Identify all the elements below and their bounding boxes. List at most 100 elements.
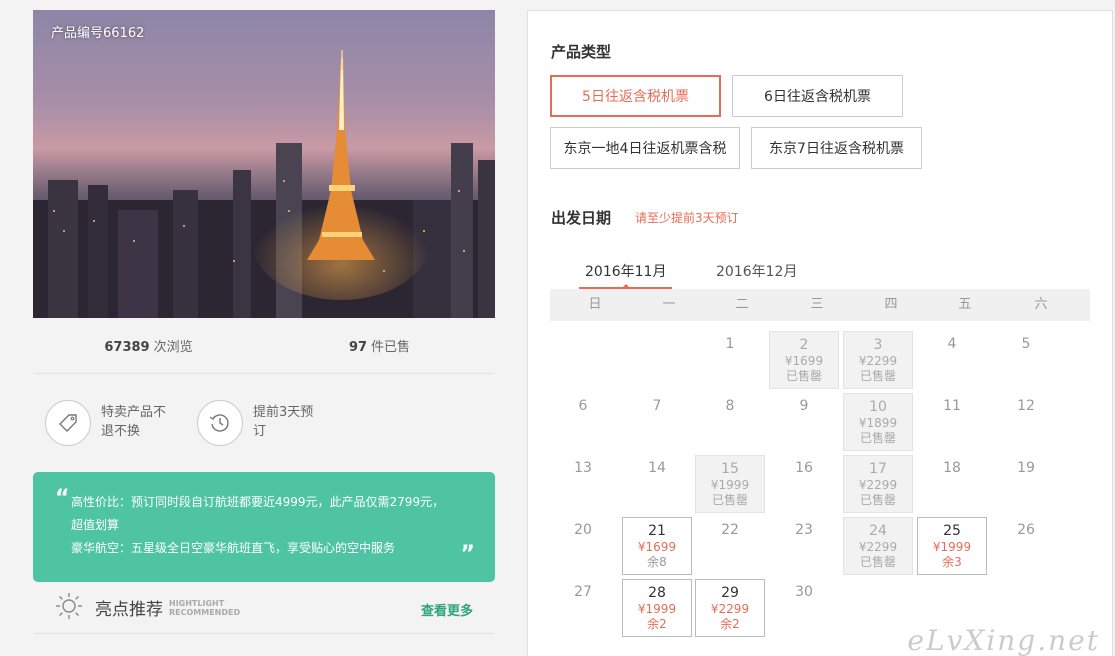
option-tokyo-7day[interactable]: 东京7日往返含税机票: [751, 127, 922, 169]
day-number: 3: [873, 337, 883, 353]
tokyo-tower-photo: [33, 50, 495, 318]
calendar-day-2: 2 ¥1699 已售罄: [769, 331, 839, 389]
day-number: 16: [795, 460, 813, 476]
remaining-label: 余3: [942, 555, 962, 569]
sold-out-label: 已售罄: [859, 369, 896, 383]
sold-out-label: 已售罄: [859, 431, 896, 445]
weekday-sun: 日: [588, 297, 602, 312]
close-quote-icon: ”: [460, 542, 475, 567]
highlight-quote-box: “ 高性价比：预订同时段自订航班都要近4999元，此产品仅需2799元，超值划算…: [33, 472, 495, 582]
option-5day[interactable]: 5日往返含税机票: [550, 75, 721, 117]
calendar-day-25[interactable]: 25 ¥1999 余3: [917, 517, 987, 575]
day-number: 24: [869, 523, 887, 539]
calendar-day-29[interactable]: 29 ¥2299 余2: [695, 579, 765, 637]
weekday-tue: 二: [735, 297, 749, 312]
day-number: 4: [947, 336, 957, 352]
day-price: ¥1999: [637, 602, 677, 616]
calendar-day-21[interactable]: 21 ¥1699 余8: [622, 517, 692, 575]
day-number: 5: [1021, 336, 1031, 352]
calendar-day-20: 20: [548, 517, 618, 575]
day-number: 12: [1017, 398, 1035, 414]
day-number: 30: [795, 584, 813, 600]
clock-icon: [197, 400, 243, 446]
day-price: ¥1699: [784, 354, 824, 368]
option-tokyo-4day[interactable]: 东京一地4日往返机票含税: [550, 127, 740, 169]
product-code: 产品编号66162: [51, 26, 145, 41]
day-number: 26: [1017, 522, 1035, 538]
day-number: 27: [574, 584, 592, 600]
day-number: 2: [799, 337, 809, 353]
day-price: ¥1999: [710, 478, 750, 492]
calendar-day-8: 8: [695, 393, 765, 451]
product-features: 特卖产品不退不换 提前3天预订: [33, 374, 495, 472]
product-left-column: 产品编号66162 67389 次浏览 97 件已售 特卖产品不退不换 提前3天预订…: [33, 10, 495, 634]
remaining-label: 余2: [720, 617, 740, 631]
calendar-day-3: 3 ¥2299 已售罄: [843, 331, 913, 389]
weekday-thu: 四: [884, 297, 898, 312]
day-price: ¥2299: [858, 354, 898, 368]
day-number: 13: [574, 460, 592, 476]
calendar-day-18: 18: [917, 455, 987, 513]
day-number: 10: [869, 399, 887, 415]
day-number: 18: [943, 460, 961, 476]
calendar-day-14: 14: [622, 455, 692, 513]
calendar-day-16: 16: [769, 455, 839, 513]
watermark: eLvXing.net: [907, 624, 1100, 656]
sold-out-label: 已售罄: [785, 369, 822, 383]
calendar-day-13: 13: [548, 455, 618, 513]
calendar-day-1: 1: [695, 331, 765, 389]
day-number: 8: [725, 398, 735, 414]
calendar-day-6: 6: [548, 393, 618, 451]
day-price: ¥2299: [710, 602, 750, 616]
tag-icon: [45, 400, 91, 446]
day-number: 22: [721, 522, 739, 538]
sold-stat: 97 件已售: [348, 340, 411, 355]
calendar-day-11: 11: [917, 393, 987, 451]
day-number: 19: [1017, 460, 1035, 476]
calendar-day-12: 12: [991, 393, 1061, 451]
calendar-day-26: 26: [991, 517, 1061, 575]
day-price: ¥2299: [858, 540, 898, 554]
day-number: 14: [648, 460, 666, 476]
calendar-day-15: 15 ¥1999 已售罄: [695, 455, 765, 513]
day-number: 11: [943, 398, 961, 414]
open-quote-icon: “: [55, 486, 70, 511]
calendar-day-17: 17 ¥2299 已售罄: [843, 455, 913, 513]
quote-line-2: 豪华航空：五星级全日空豪华航班直飞，享受贴心的空中服务: [71, 541, 396, 555]
highlight-subtitle: HIGHTLIGHT RECOMMENDED: [169, 598, 241, 617]
day-number: 25: [943, 523, 961, 539]
option-6day[interactable]: 6日往返含税机票: [732, 75, 903, 117]
day-number: 28: [648, 585, 666, 601]
calendar-day-24: 24 ¥2299 已售罄: [843, 517, 913, 575]
day-number: 7: [652, 398, 662, 414]
weekday-sat: 六: [1034, 297, 1048, 312]
highlight-title: 亮点推荐: [95, 600, 163, 620]
remaining-label: 余2: [647, 617, 667, 631]
weekday-header: 日 一 二 三 四 五 六: [550, 289, 1090, 321]
sold-out-label: 已售罄: [711, 493, 748, 507]
product-photo: 产品编号66162: [33, 10, 495, 318]
views-stat: 67389 次浏览: [104, 340, 193, 355]
booking-panel: 产品类型 5日往返含税机票 6日往返含税机票 东京一地4日往返机票含税 东京7日…: [527, 10, 1113, 656]
day-number: 17: [869, 461, 887, 477]
sun-icon: [55, 592, 83, 624]
day-number: 1: [725, 336, 735, 352]
tab-month-nov[interactable]: 2016年11月: [579, 261, 673, 289]
day-number: 6: [578, 398, 588, 414]
calendar-day-5: 5: [991, 331, 1061, 389]
sold-out-label: 已售罄: [859, 555, 896, 569]
day-number: 29: [721, 585, 739, 601]
day-price: ¥1699: [637, 540, 677, 554]
calendar-day-23: 23: [769, 517, 839, 575]
feature-book-ahead: 提前3天预订: [197, 400, 349, 472]
view-more-link[interactable]: 查看更多: [421, 600, 473, 619]
calendar-day-30: 30: [769, 579, 839, 637]
sold-out-label: 已售罄: [859, 493, 896, 507]
tab-month-dec[interactable]: 2016年12月: [716, 261, 797, 289]
calendar-day-27: 27: [548, 579, 618, 637]
calendar-day-28[interactable]: 28 ¥1999 余2: [622, 579, 692, 637]
highlight-section: 亮点推荐 HIGHTLIGHT RECOMMENDED 查看更多: [33, 582, 495, 634]
day-number: 20: [574, 522, 592, 538]
weekday-mon: 一: [662, 297, 676, 312]
calendar-day-22: 22: [695, 517, 765, 575]
